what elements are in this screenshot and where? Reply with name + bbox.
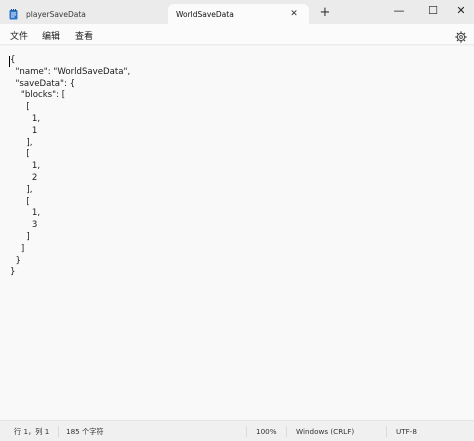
new-tab-button[interactable]: + [318,6,332,20]
close-tab-icon[interactable]: ✕ [288,8,300,20]
menu-bar: 文件 编辑 查看 [0,24,474,45]
menu-view[interactable]: 查看 [75,29,93,42]
menu-file[interactable]: 文件 [10,29,28,42]
text-editor[interactable]: { "name": "WorldSaveData", "saveData": {… [0,46,474,420]
line-ending[interactable]: Windows (CRLF) [296,427,354,436]
status-divider [286,426,287,437]
tab-label: playerSaveData [26,9,86,19]
notepad-icon [9,8,18,20]
editor-content[interactable]: { "name": "WorldSaveData", "saveData": {… [10,55,130,279]
tab-world-save-data[interactable]: WorldSaveData ✕ [168,4,309,24]
status-divider [58,426,59,437]
gear-icon[interactable] [455,28,467,43]
status-divider [386,426,387,437]
title-bar: playerSaveData WorldSaveData ✕ + — ☐ ✕ [0,0,474,24]
menu-edit[interactable]: 编辑 [42,29,60,42]
cursor-position: 行 1，列 1 [14,427,50,436]
status-bar: 行 1，列 1 185 个字符 100% Windows (CRLF) UTF-… [0,420,474,441]
encoding[interactable]: UTF-8 [396,427,417,436]
tab-label: WorldSaveData [176,9,234,19]
status-divider [246,426,247,437]
minimize-button[interactable]: — [384,0,414,20]
character-count: 185 个字符 [66,427,104,436]
close-window-button[interactable]: ✕ [446,0,474,20]
zoom-level[interactable]: 100% [256,427,277,436]
maximize-button[interactable]: ☐ [418,0,448,20]
tab-player-save-data[interactable]: playerSaveData [0,4,166,24]
